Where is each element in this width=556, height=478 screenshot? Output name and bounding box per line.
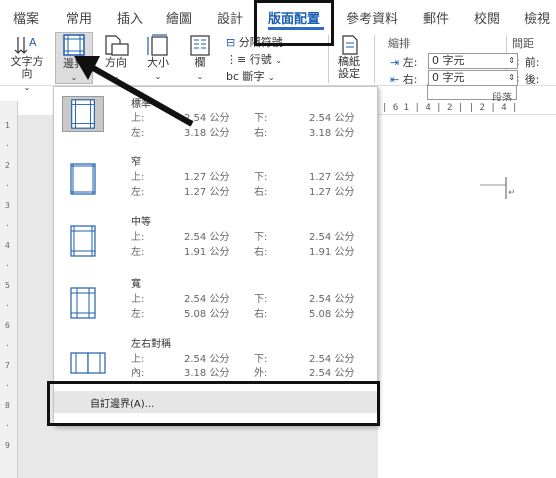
label-left: 左: xyxy=(131,187,145,198)
text-direction-icon: A xyxy=(14,36,37,54)
spacing-after-text: 後: xyxy=(524,73,540,86)
label-outside: 外: xyxy=(254,368,268,379)
label-left: 左: xyxy=(131,247,145,258)
indent-right-text: 右: xyxy=(402,73,418,86)
label-bottom: 下: xyxy=(254,354,268,365)
label-right: 右: xyxy=(254,187,268,198)
margin-wide-icon xyxy=(70,287,96,319)
value-top: 1.27 公分 xyxy=(184,172,230,183)
tab-insert[interactable]: 插入 xyxy=(117,8,143,27)
separator xyxy=(374,35,375,83)
value-bottom: 2.54 公分 xyxy=(309,294,355,305)
value-bottom: 2.54 公分 xyxy=(309,354,355,365)
svg-text:A: A xyxy=(29,36,37,49)
label-right: 右: xyxy=(254,247,268,258)
value-right: 1.91 公分 xyxy=(309,247,355,258)
label-left: 左: xyxy=(131,309,145,320)
label-bottom: 下: xyxy=(254,113,268,124)
cursor-mark-icon: ↵ xyxy=(480,177,516,199)
indent-right-icon: ⇤ xyxy=(390,73,400,86)
manuscript-icon xyxy=(342,35,358,55)
value-left: 5.08 公分 xyxy=(184,309,230,320)
value-top: 2.54 公分 xyxy=(184,354,230,365)
indent-left-icon: ⇥ xyxy=(390,56,400,69)
label-bottom: 下: xyxy=(254,294,268,305)
margins-dropdown: 標準 上: 2.54 公分 下: 2.54 公分 左: 3.18 公分 右: 3… xyxy=(53,86,378,426)
spacing-group-label: 間距 xyxy=(512,37,534,50)
tab-references[interactable]: 參考資料 xyxy=(346,8,398,27)
value-top: 2.54 公分 xyxy=(184,294,230,305)
layout-tab-highlight xyxy=(254,0,334,46)
svg-text:↵: ↵ xyxy=(508,188,516,198)
horizontal-ruler[interactable]: | 6 1 | 4 | 2 | | 2 | 4 | xyxy=(378,101,556,115)
label-top: 上: xyxy=(131,294,145,305)
indent-group-label: 縮排 xyxy=(388,37,410,50)
tab-view[interactable]: 檢視 xyxy=(524,8,550,27)
vertical-ruler[interactable]: 1 · 2 · 3 · 4 · 5 · 6 · 7 · 8 · 9 xyxy=(0,101,18,478)
value-bottom: 2.54 公分 xyxy=(309,113,355,124)
line-numbers-label: 行號 xyxy=(249,53,272,66)
value-left: 1.91 公分 xyxy=(184,247,230,258)
value-left: 1.27 公分 xyxy=(184,187,230,198)
value-right: 3.18 公分 xyxy=(309,128,355,139)
label-bottom: 下: xyxy=(254,232,268,243)
margin-option-moderate[interactable]: 中等 上: 2.54 公分 下: 2.54 公分 左: 1.91 公分 右: 1… xyxy=(54,213,377,273)
margin-option-name: 左右對稱 xyxy=(131,339,171,350)
custom-margins-highlight xyxy=(47,381,380,426)
chevron-down-icon: ⌄ xyxy=(23,83,31,92)
indent-left-text: 左: xyxy=(402,56,418,69)
value-inside: 3.18 公分 xyxy=(184,368,230,379)
indent-left-input[interactable]: 0 字元 ⇕ xyxy=(428,53,518,69)
margin-moderate-icon xyxy=(70,225,96,257)
indent-left-value: 0 字元 xyxy=(432,54,465,67)
margin-option-wide[interactable]: 寬 上: 2.54 公分 下: 2.54 公分 左: 5.08 公分 右: 5.… xyxy=(54,273,377,333)
indent-left-label: ⇥ 左: xyxy=(390,54,417,70)
tab-file[interactable]: 檔案 xyxy=(13,8,39,27)
value-bottom: 1.27 公分 xyxy=(309,172,355,183)
line-numbers-icon: ⋮≡ xyxy=(226,53,247,66)
hyphenation-label: 斷字 xyxy=(242,70,265,83)
text-direction-button[interactable]: A 文字方向 ⌄ xyxy=(6,34,48,93)
label-right: 右: xyxy=(254,309,268,320)
chevron-down-icon: ⌄ xyxy=(275,56,282,65)
manuscript-label: 稿紙設定 xyxy=(338,55,360,80)
manuscript-button[interactable]: 稿紙設定 xyxy=(334,34,366,80)
tab-draw[interactable]: 繪圖 xyxy=(166,8,192,27)
label-top: 上: xyxy=(131,354,145,365)
label-bottom: 下: xyxy=(254,172,268,183)
tab-design[interactable]: 設計 xyxy=(217,8,243,27)
margin-option-name: 中等 xyxy=(131,217,151,228)
value-bottom: 2.54 公分 xyxy=(309,232,355,243)
text-direction-label: 文字方向 xyxy=(10,55,44,80)
indent-right-label: ⇤ 右: xyxy=(390,71,417,87)
hyphenation-icon: bc xyxy=(226,70,240,83)
value-outside: 2.54 公分 xyxy=(309,368,355,379)
label-inside: 內: xyxy=(131,368,145,379)
tab-review[interactable]: 校閱 xyxy=(474,8,500,27)
label-top: 上: xyxy=(131,232,145,243)
value-right: 1.27 公分 xyxy=(309,187,355,198)
label-top: 上: xyxy=(131,172,145,183)
spinner-icon: ⇕ xyxy=(508,56,515,65)
margin-option-name: 窄 xyxy=(131,157,141,168)
hyphenation-button[interactable]: bc 斷字 ⌄ xyxy=(226,68,275,84)
spinner-icon: ⇕ xyxy=(508,73,515,82)
tab-home[interactable]: 常用 xyxy=(66,8,92,27)
margin-option-name: 寬 xyxy=(131,279,141,290)
document-page[interactable]: ↵ xyxy=(378,115,556,478)
chevron-down-icon: ⌄ xyxy=(268,73,275,82)
value-right: 5.08 公分 xyxy=(309,309,355,320)
breaks-icon: ⊟ xyxy=(226,36,236,49)
label-right: 右: xyxy=(254,128,268,139)
spacing-before-text: 前: xyxy=(524,56,540,69)
value-top: 2.54 公分 xyxy=(184,232,230,243)
line-numbers-button[interactable]: ⋮≡ 行號 ⌄ xyxy=(226,51,282,67)
indent-right-value: 0 字元 xyxy=(432,71,465,84)
indent-right-input[interactable]: 0 字元 ⇕ xyxy=(428,70,518,86)
margin-narrow-icon xyxy=(70,163,96,195)
margin-mirrored-icon xyxy=(70,352,106,374)
annotation-arrow-icon xyxy=(74,56,194,127)
tab-mailings[interactable]: 郵件 xyxy=(423,8,449,27)
margin-option-narrow[interactable]: 窄 上: 1.27 公分 下: 1.27 公分 左: 1.27 公分 右: 1.… xyxy=(54,151,377,211)
